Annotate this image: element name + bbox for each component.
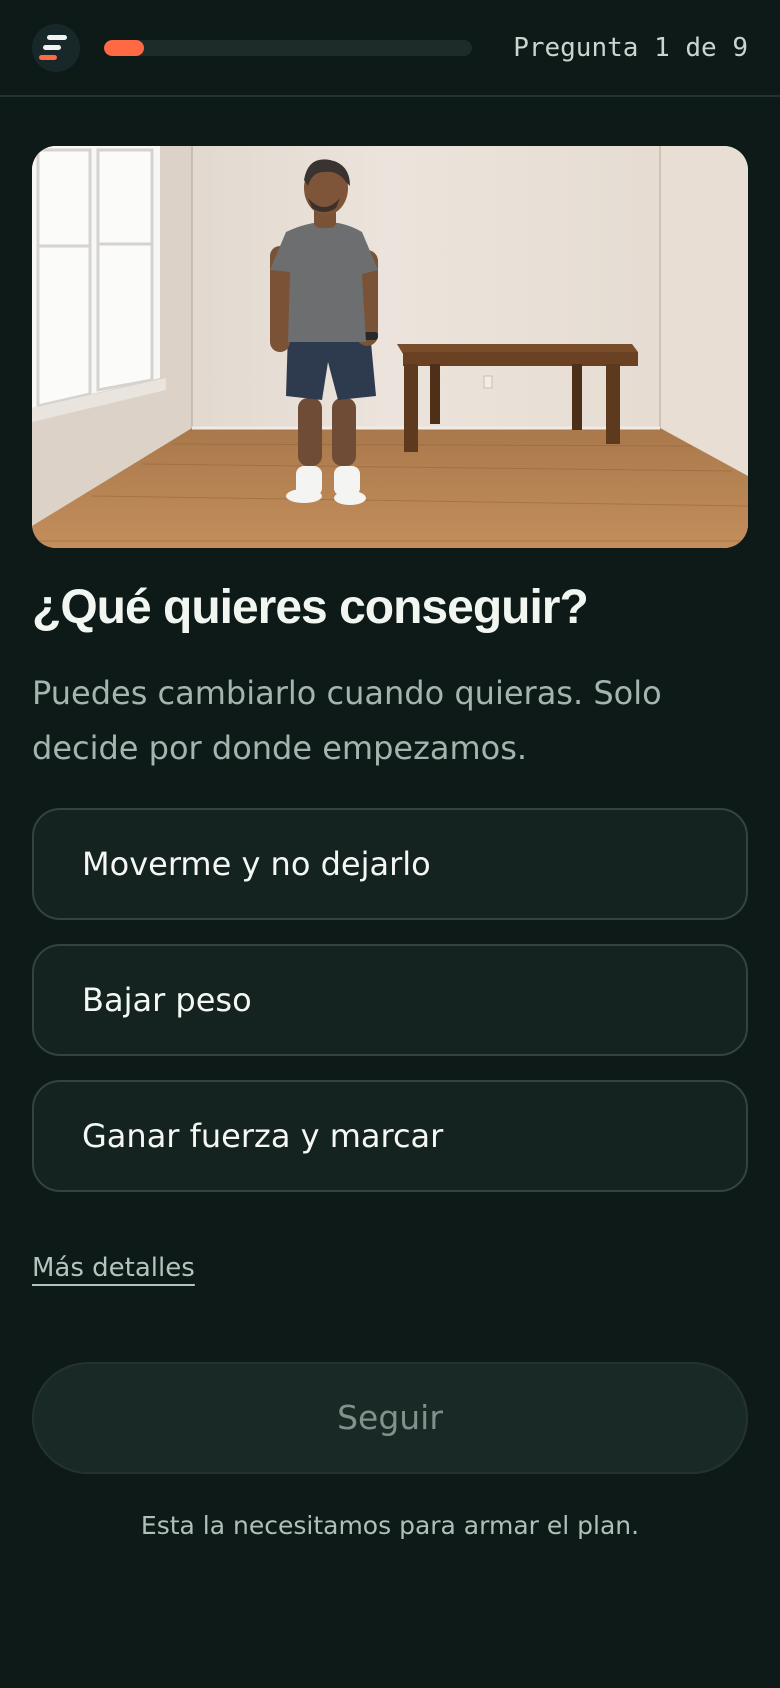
question-title: ¿Qué quieres conseguir?: [32, 581, 589, 634]
more-details-link[interactable]: Más detalles: [32, 1250, 195, 1286]
step-counter: Pregunta 1 de 9: [513, 33, 748, 63]
question-subtitle: Puedes cambiarlo cuando quieras. Solo de…: [32, 674, 662, 767]
top-bar: Pregunta 1 de 9: [0, 0, 780, 97]
option-ganar-fuerza[interactable]: Ganar fuerza y marcar: [32, 1080, 748, 1192]
progress-bar: [104, 40, 472, 56]
option-bajar-peso[interactable]: Bajar peso: [32, 944, 748, 1056]
footnote-text: Esta la necesitamos para armar el plan.: [140, 1511, 640, 1540]
app-logo-icon: [32, 24, 80, 72]
option-moverme[interactable]: Moverme y no dejarlo: [32, 808, 748, 920]
progress-bar-fill: [104, 40, 145, 56]
continue-button[interactable]: Seguir: [32, 1362, 748, 1474]
answer-options: Moverme y no dejarlo Bajar peso Ganar fu…: [32, 808, 748, 1216]
hero-photo: [32, 146, 748, 548]
